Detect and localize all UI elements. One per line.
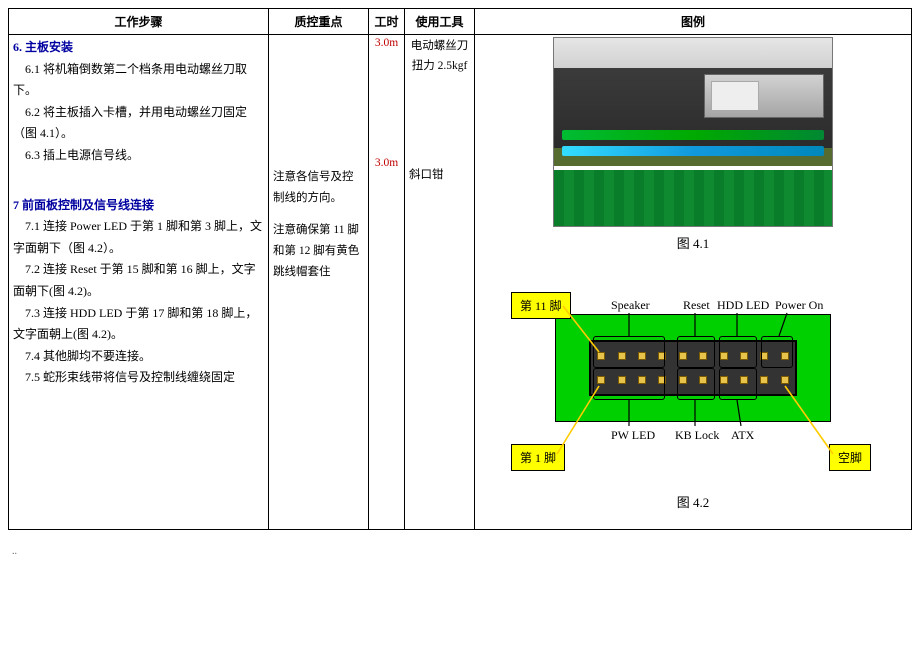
figure-photo-4-1 — [553, 37, 833, 227]
callout-pin1: 第 1 脚 — [511, 444, 565, 471]
label-reset: Reset — [683, 298, 710, 313]
label-atx: ATX — [731, 428, 754, 443]
callout-empty: 空脚 — [829, 444, 871, 471]
step7-p4: 7.4 其他脚均不要连接。 — [13, 346, 264, 368]
step7-qc1: 注意各信号及控制线的方向。 — [273, 167, 364, 208]
label-poweron: Power On — [775, 298, 823, 313]
steps-cell: 6. 主板安装 6.1 将机箱倒数第二个档条用电动螺丝刀取下。 6.2 将主板插… — [9, 35, 269, 530]
label-speaker: Speaker — [611, 298, 650, 313]
figures-cell: 图 4.1 — [475, 35, 912, 530]
label-pwled: PW LED — [611, 428, 655, 443]
footer-dots: .. — [8, 546, 912, 557]
work-instruction-table: 工作步骤 质控重点 工时 使用工具 图例 6. 主板安装 6.1 将机箱倒数第二… — [8, 8, 912, 530]
step6-hours: 3.0m — [373, 37, 400, 49]
table-row: 6. 主板安装 6.1 将机箱倒数第二个档条用电动螺丝刀取下。 6.2 将主板插… — [9, 35, 912, 530]
step7-p1: 7.1 连接 Power LED 于第 1 脚和第 3 脚上，文字面朝下（图 4… — [13, 216, 264, 259]
step7-title: 7 前面板控制及信号线连接 — [13, 195, 264, 217]
step6-tool2: 扭力 2.5kgf — [409, 57, 470, 77]
col-hours: 工时 — [369, 9, 405, 35]
hours-cell: 3.0m 3.0m — [369, 35, 405, 530]
callout-pin11: 第 11 脚 — [511, 292, 571, 319]
tools-cell: 电动螺丝刀 扭力 2.5kgf 斜口钳 — [405, 35, 475, 530]
step6-tool1: 电动螺丝刀 — [409, 37, 470, 57]
step7-hours: 3.0m — [373, 157, 400, 169]
step7-p2: 7.2 连接 Reset 于第 15 脚和第 16 脚上，文字面朝下(图 4.2… — [13, 259, 264, 302]
figure-diagram-4-2: Speaker Reset HDD LED Power On PW LED KB… — [503, 268, 883, 488]
step6-p1: 6.1 将机箱倒数第二个档条用电动螺丝刀取下。 — [13, 59, 264, 102]
caption-4-2: 图 4.2 — [479, 492, 907, 511]
col-steps: 工作步骤 — [9, 9, 269, 35]
step7-tool1: 斜口钳 — [409, 166, 470, 186]
label-hdd: HDD LED — [717, 298, 769, 313]
step6-p2: 6.2 将主板插入卡槽，并用电动螺丝刀固定（图 4.1）。 — [13, 102, 264, 145]
col-qc: 质控重点 — [269, 9, 369, 35]
step7-p5: 7.5 蛇形束线带将信号及控制线缠绕固定 — [13, 367, 264, 389]
qc-cell: 注意各信号及控制线的方向。 注意确保第 11 脚和第 12 脚有黄色跳线帽套住 — [269, 35, 369, 530]
label-kblock: KB Lock — [675, 428, 719, 443]
step7-qc2: 注意确保第 11 脚和第 12 脚有黄色跳线帽套住 — [273, 220, 364, 282]
step6-p3: 6.3 插上电源信号线。 — [13, 145, 264, 167]
col-figs: 图例 — [475, 9, 912, 35]
col-tools: 使用工具 — [405, 9, 475, 35]
step7-p3: 7.3 连接 HDD LED 于第 17 脚和第 18 脚上，文字面朝上(图 4… — [13, 303, 264, 346]
caption-4-1: 图 4.1 — [479, 233, 907, 252]
step6-title: 6. 主板安装 — [13, 37, 264, 59]
